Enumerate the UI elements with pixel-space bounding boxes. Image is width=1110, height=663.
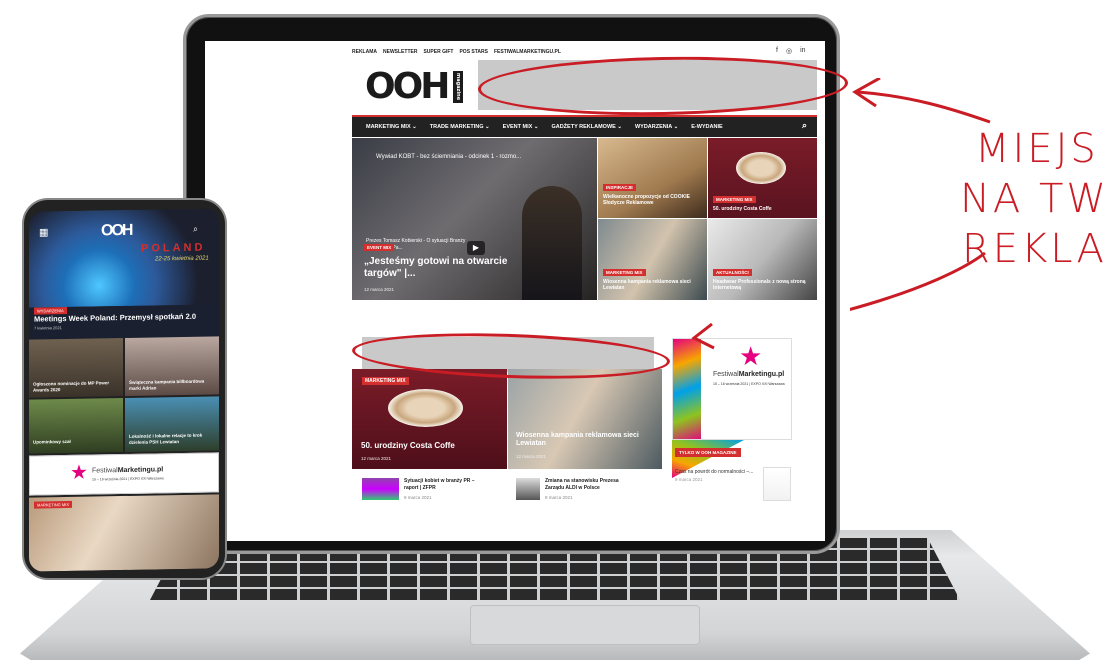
hero-title[interactable]: „Jesteśmy gotowi na otwarcie targów" |..… bbox=[364, 256, 514, 280]
tile-tag[interactable]: MARKETING MIX bbox=[603, 269, 646, 276]
feature-title[interactable]: Wiosenna kampania reklamowa sieci Lewiat… bbox=[516, 432, 656, 448]
phone-bottom-article[interactable]: MARKETING MIX bbox=[29, 494, 219, 572]
tile-tag[interactable]: MARKETING MIX bbox=[713, 196, 756, 203]
tile-title[interactable]: Wiosenna kampania reklamowa sieci Lewiat… bbox=[603, 279, 703, 291]
nav-e-wydanie[interactable]: E-WYDANIE bbox=[691, 124, 722, 130]
phone-tile[interactable]: Lokalność i lokalne relacje to krok dzie… bbox=[125, 396, 219, 452]
feature-date: 12 marca 2021 bbox=[361, 456, 392, 461]
list-title[interactable]: Zmiana na stanowisku Prezesa Zarządu ALD… bbox=[545, 478, 627, 501]
phone-header: ▦ OOH ⌕ POLAND 22-25 kwietnia 2021 bbox=[29, 208, 219, 308]
top-link-festiwal[interactable]: FESTIWALMARKETINGU.PL bbox=[494, 49, 561, 59]
article-tile-cookie[interactable]: INSPIRACJE Wielkanocne propozycje od COO… bbox=[598, 138, 707, 218]
side-news-date: 9 marca 2021 bbox=[675, 477, 703, 482]
article-tile-lewiatan[interactable]: MARKETING MIX Wiosenna kampania reklamow… bbox=[598, 219, 707, 300]
star-logo-icon: ★ bbox=[70, 461, 88, 484]
star-logo-icon: ★ bbox=[739, 341, 763, 371]
feature-lewiatan[interactable]: Wiosenna kampania reklamowa sieci Lewiat… bbox=[508, 369, 662, 469]
article-tile-headwear[interactable]: AKTUALNOŚCI Headwear Professionals z now… bbox=[708, 219, 817, 300]
phone-poland: POLAND bbox=[141, 241, 206, 255]
top-links: REKLAMA NEWSLETTER SUPER GIFT POS STARS … bbox=[352, 49, 561, 59]
linkedin-icon[interactable]: in bbox=[800, 47, 805, 55]
nav-event-mix[interactable]: EVENT MIX ⌄ bbox=[503, 124, 539, 130]
facebook-icon[interactable]: f bbox=[776, 47, 778, 55]
list-date: 8 marca 2021 bbox=[545, 495, 573, 500]
phone-festiwal-banner[interactable]: ★ FestiwalMarketingu.pl 15 – 16 września… bbox=[29, 452, 219, 496]
article-tile-costa[interactable]: MARKETING MIX 50. urodziny Costa Coffe bbox=[708, 138, 817, 218]
hero-tag[interactable]: EVENT MIX bbox=[364, 244, 395, 251]
list-thumb bbox=[362, 478, 399, 500]
nav-marketing-mix[interactable]: MARKETING MIX ⌄ bbox=[366, 124, 417, 130]
list-date: 9 marca 2021 bbox=[404, 495, 432, 500]
tile-tag[interactable]: INSPIRACJE bbox=[603, 184, 637, 191]
top-link-reklama[interactable]: REKLAMA bbox=[352, 49, 377, 59]
side-news[interactable]: Czas na powrót do normalności –... 9 mar… bbox=[675, 469, 755, 483]
annotation-line-1: MIEJS bbox=[975, 126, 1099, 172]
annotation-arrows bbox=[850, 78, 991, 311]
laptop-trackpad bbox=[470, 605, 700, 645]
feature-costa[interactable]: MARKETING MIX 50. urodziny Costa Coffe 1… bbox=[352, 369, 507, 469]
hero-video[interactable]: Wywiad KOBT - bez ściemniania - odcinek … bbox=[352, 138, 597, 300]
phone-tile-title[interactable]: Ogłoszono nominacje do MP Power Awards 2… bbox=[33, 380, 121, 393]
tile-title[interactable]: Headwear Professionals z nową stroną int… bbox=[713, 279, 813, 291]
logo-text: OOH bbox=[365, 66, 450, 107]
nav-wydarzenia[interactable]: WYDARZENIA ⌄ bbox=[635, 124, 678, 130]
phone-tile-title[interactable]: Świąteczna kampania billboardowa marki A… bbox=[129, 378, 217, 391]
phone-tile[interactable]: Świąteczna kampania billboardowa marki A… bbox=[125, 336, 219, 396]
feature-date: 12 marca 2021 bbox=[516, 454, 547, 459]
banner-name: FestiwalMarketingu.pl bbox=[713, 371, 785, 378]
interviewee-image bbox=[522, 186, 582, 300]
coffee-cup-image bbox=[736, 152, 786, 184]
instagram-icon[interactable]: ◎ bbox=[786, 47, 792, 55]
phone-tile[interactable]: Ogłoszono nominacje do MP Power Awards 2… bbox=[29, 338, 123, 398]
top-link-super-gift[interactable]: SUPER GIFT bbox=[423, 49, 453, 59]
side-news-thumb bbox=[763, 467, 791, 501]
tile-title[interactable]: 50. urodziny Costa Coffe bbox=[713, 206, 772, 212]
phone-logo[interactable]: OOH bbox=[101, 222, 131, 241]
annotation-line-2: NA TW bbox=[960, 176, 1109, 222]
nav-trade-marketing[interactable]: TRADE MARKETING ⌄ bbox=[430, 124, 490, 130]
phone-banner-dates: 15 – 16 września 2021 | EXPO XXI Warszaw… bbox=[92, 476, 164, 482]
banner-dates: 15 – 16 września 2021 | EXPO XXI Warszaw… bbox=[713, 382, 785, 386]
social-links: f ◎ in bbox=[776, 47, 806, 55]
phone-tile-title[interactable]: Upominkowy szał bbox=[33, 438, 121, 445]
top-link-pos-stars[interactable]: POS STARS bbox=[459, 49, 488, 59]
only-ooh-label[interactable]: TYLKO W OOH MAGAZINE bbox=[675, 448, 741, 457]
main-nav: MARKETING MIX ⌄ TRADE MARKETING ⌄ EVENT … bbox=[352, 115, 817, 137]
phone-hero-date: 7 kwietnia 2021 bbox=[34, 325, 62, 331]
phone-dates: 22-25 kwietnia 2021 bbox=[155, 255, 209, 263]
side-news-title[interactable]: Czas na powrót do normalności –... bbox=[675, 469, 753, 475]
logo-magazine-label: magazine bbox=[453, 71, 463, 103]
hero-date: 12 marca 2021 bbox=[364, 287, 395, 292]
feature-tag[interactable]: MARKETING MIX bbox=[362, 377, 409, 385]
phone-banner-name: FestiwalMarketingu.pl bbox=[92, 466, 164, 475]
coffee-cup-image bbox=[388, 389, 463, 427]
top-link-newsletter[interactable]: NEWSLETTER bbox=[383, 49, 417, 59]
list-thumb bbox=[516, 478, 540, 500]
nav-gadzety[interactable]: GADŻETY REKLAMOWE ⌄ bbox=[551, 124, 622, 130]
phone-bottom-tag[interactable]: MARKETING MIX bbox=[34, 500, 73, 509]
annotation-line-3: REKLA bbox=[962, 226, 1107, 272]
search-icon[interactable]: ⌕ bbox=[802, 120, 807, 131]
list-item[interactable]: Zmiana na stanowisku Prezesa Zarządu ALD… bbox=[516, 478, 627, 501]
grid-menu-icon[interactable]: ▦ bbox=[39, 227, 48, 238]
arrow-top-line bbox=[857, 90, 991, 124]
tile-tag[interactable]: AKTUALNOŚCI bbox=[713, 269, 752, 276]
arrow-bottom-head bbox=[691, 322, 715, 350]
search-icon[interactable]: ⌕ bbox=[193, 224, 198, 235]
phone-screen: ▦ OOH ⌕ POLAND 22-25 kwietnia 2021 WYDAR… bbox=[29, 208, 219, 572]
list-item[interactable]: Sytuacji kobiet w branży PR – raport | Z… bbox=[362, 478, 486, 501]
phone-tile[interactable]: Upominkowy szał bbox=[29, 398, 123, 454]
feature-title[interactable]: 50. urodziny Costa Coffe bbox=[361, 441, 455, 450]
site-logo[interactable]: OOH magazine bbox=[365, 68, 470, 106]
phone-tile-title[interactable]: Lokalność i lokalne relacje to krok dzie… bbox=[129, 432, 217, 445]
play-icon[interactable]: ▶ bbox=[467, 241, 485, 255]
list-title[interactable]: Sytuacji kobiet w branży PR – raport | Z… bbox=[404, 478, 486, 501]
video-title: Wywiad KOBT - bez ściemniania - odcinek … bbox=[376, 154, 522, 160]
tile-title[interactable]: Wielkanocne propozycje od COOKIE Słodycz… bbox=[603, 194, 703, 206]
